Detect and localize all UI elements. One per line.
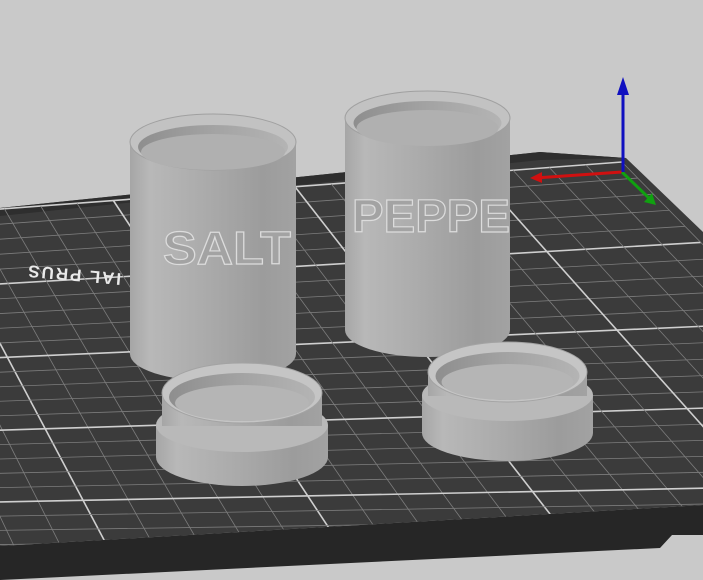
- pepper-shaker-body: PEPPE: [344, 90, 511, 357]
- 3d-viewport[interactable]: IAL PRUS PEPPE SALT: [0, 0, 703, 580]
- salt-shaker-body: SALT: [129, 113, 297, 381]
- svg-text:SALT: SALT: [163, 222, 291, 274]
- svg-text:PEPPE: PEPPE: [352, 190, 510, 242]
- pepper-shaker-lid: [422, 341, 593, 461]
- salt-shaker-lid: [156, 362, 328, 486]
